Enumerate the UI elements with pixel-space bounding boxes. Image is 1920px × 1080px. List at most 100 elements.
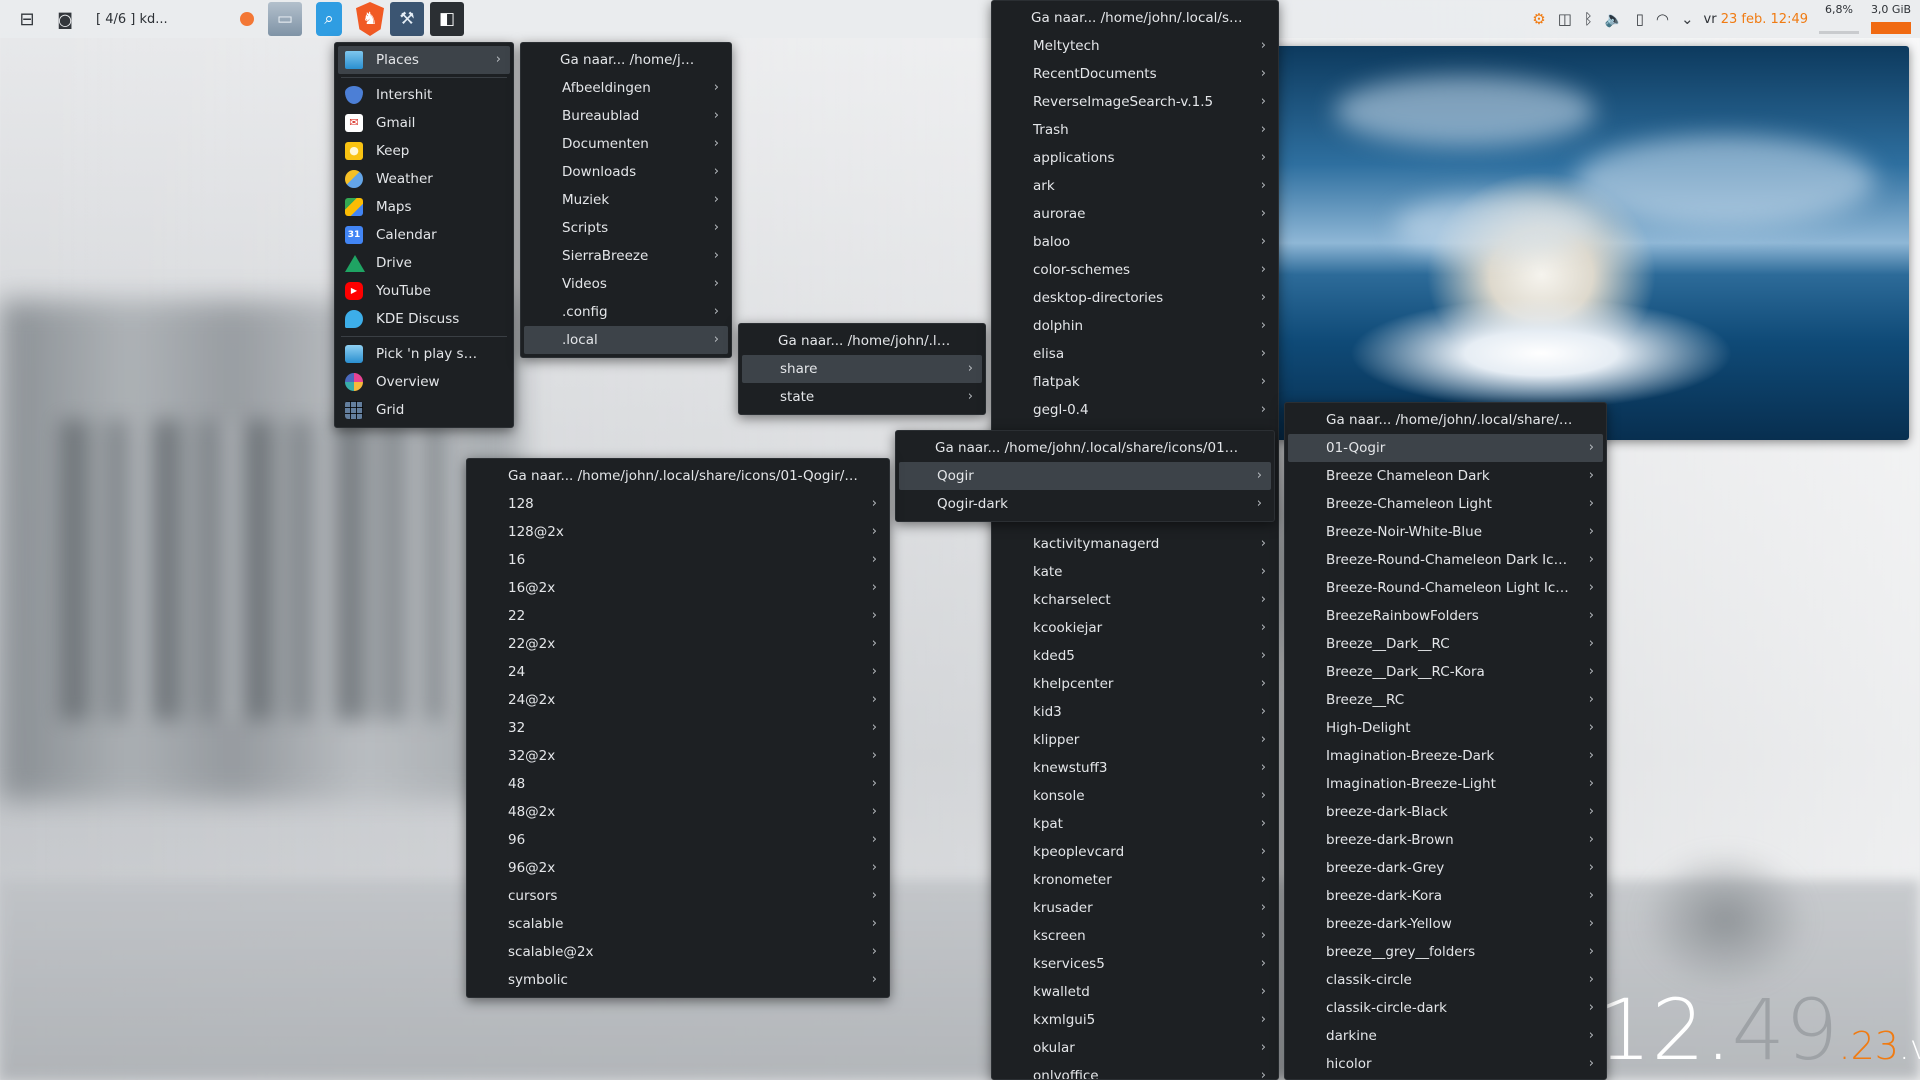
menu-item-breeze-dark-rc-kora[interactable]: Breeze__Dark__RC-Kora › xyxy=(1288,658,1603,686)
menu-item-kcharselect[interactable]: kcharselect › xyxy=(995,586,1275,614)
bluetooth-icon[interactable]: ᛒ xyxy=(1584,10,1593,28)
menu-item-ark[interactable]: ark › xyxy=(995,172,1275,200)
menu-item-22-2x[interactable]: 22@2x › xyxy=(470,630,886,658)
menu-item-trash[interactable]: Trash › xyxy=(995,116,1275,144)
task-label[interactable]: [ 4/6 ] kd... xyxy=(96,12,168,27)
menu-item-aurorae[interactable]: aurorae › xyxy=(995,200,1275,228)
menu-item-weather[interactable]: Weather xyxy=(338,165,510,193)
menu-item-gmail[interactable]: ✉ Gmail xyxy=(338,109,510,137)
menu-item-classik-circle-dark[interactable]: classik-circle-dark › xyxy=(1288,994,1603,1022)
network-icon[interactable]: ◠ xyxy=(1656,10,1669,28)
menu-item-kid3[interactable]: kid3 › xyxy=(995,698,1275,726)
menu-item-classik-circle[interactable]: classik-circle › xyxy=(1288,966,1603,994)
tray-expand-chevron-icon[interactable]: ⌄ xyxy=(1681,10,1694,28)
menu-item-youtube[interactable]: ▶ YouTube xyxy=(338,277,510,305)
menu-item-meltytech[interactable]: Meltytech › xyxy=(995,32,1275,60)
menu-item-96-2x[interactable]: 96@2x › xyxy=(470,854,886,882)
menu-item-32[interactable]: 32 › xyxy=(470,714,886,742)
menu-item-overview[interactable]: Overview xyxy=(338,368,510,396)
menu-item-krusader[interactable]: krusader › xyxy=(995,894,1275,922)
menu-item-breeze-chameleon-dark[interactable]: Breeze Chameleon Dark › xyxy=(1288,462,1603,490)
menu-item-goto-share[interactable]: Ga naar... /home/john/.local/share/... xyxy=(995,4,1275,32)
menu-item-muziek[interactable]: Muziek › xyxy=(524,186,728,214)
menu-item-scalable-2x[interactable]: scalable@2x › xyxy=(470,938,886,966)
menu-item-breeze-round-chameleon-dark-icons[interactable]: Breeze-Round-Chameleon Dark Icons › xyxy=(1288,546,1603,574)
menu-item-elisa[interactable]: elisa › xyxy=(995,340,1275,368)
menu-item-calendar[interactable]: 31 Calendar xyxy=(338,221,510,249)
menu-item-22[interactable]: 22 › xyxy=(470,602,886,630)
clipboard-icon[interactable]: ◫ xyxy=(1558,10,1572,28)
menu-item-goto-local[interactable]: Ga naar... /home/john/.local/... xyxy=(742,327,982,355)
menu-item-128-2x[interactable]: 128@2x › xyxy=(470,518,886,546)
menu-item-recentdocuments[interactable]: RecentDocuments › xyxy=(995,60,1275,88)
menu-item-videos[interactable]: Videos › xyxy=(524,270,728,298)
menu-item-flatpak[interactable]: flatpak › xyxy=(995,368,1275,396)
menu-item-kde-discuss[interactable]: KDE Discuss xyxy=(338,305,510,333)
menu-item-drive[interactable]: Drive xyxy=(338,249,510,277)
menu-item-places[interactable]: Places › xyxy=(338,46,510,74)
menu-item-khelpcenter[interactable]: khelpcenter › xyxy=(995,670,1275,698)
menu-item-state[interactable]: state › xyxy=(742,383,982,411)
menu-item-breeze-dark-grey[interactable]: breeze-dark-Grey › xyxy=(1288,854,1603,882)
menu-item-darkine[interactable]: darkine › xyxy=(1288,1022,1603,1050)
search-app-icon[interactable]: ⌕ xyxy=(316,2,342,36)
menu-item-scripts[interactable]: Scripts › xyxy=(524,214,728,242)
menu-item-24-2x[interactable]: 24@2x › xyxy=(470,686,886,714)
menu-item-kronometer[interactable]: kronometer › xyxy=(995,866,1275,894)
updates-icon[interactable]: ⚙ xyxy=(1532,10,1545,28)
menu-item-config[interactable]: .config › xyxy=(524,298,728,326)
menu-item-gegl-0-4[interactable]: gegl-0.4 › xyxy=(995,396,1275,424)
menu-item-goto-qogir-sizes[interactable]: Ga naar... /home/john/.local/share/icons… xyxy=(470,462,886,490)
menu-item-afbeeldingen[interactable]: Afbeeldingen › xyxy=(524,74,728,102)
menu-item-scalable[interactable]: scalable › xyxy=(470,910,886,938)
menu-item-documenten[interactable]: Documenten › xyxy=(524,130,728,158)
menu-item-kxmlgui5[interactable]: kxmlgui5 › xyxy=(995,1006,1275,1034)
pager-icon[interactable]: ⊟ xyxy=(10,0,44,38)
file-manager-icon[interactable]: ▭ xyxy=(268,2,302,36)
menu-item-breeze-dark-brown[interactable]: breeze-dark-Brown › xyxy=(1288,826,1603,854)
menu-item-breeze-noir-white-blue[interactable]: Breeze-Noir-White-Blue › xyxy=(1288,518,1603,546)
menu-item-breeze-chameleon-light[interactable]: Breeze-Chameleon Light › xyxy=(1288,490,1603,518)
system-monitor[interactable]: 6,8% 3,0 GiB xyxy=(1818,0,1912,38)
menu-item-color-schemes[interactable]: color-schemes › xyxy=(995,256,1275,284)
menu-item-01-qogir[interactable]: 01-Qogir › xyxy=(1288,434,1603,462)
menu-item-downloads[interactable]: Downloads › xyxy=(524,158,728,186)
menu-item-breeze-round-chameleon-light-icons[interactable]: Breeze-Round-Chameleon Light Icons › xyxy=(1288,574,1603,602)
volume-icon[interactable]: 🔈 xyxy=(1605,10,1624,28)
menu-item-local[interactable]: .local › xyxy=(524,326,728,354)
menu-item-symbolic[interactable]: symbolic › xyxy=(470,966,886,994)
menu-item-kpat[interactable]: kpat › xyxy=(995,810,1275,838)
menu-item-24[interactable]: 24 › xyxy=(470,658,886,686)
menu-item-sierrabreeze[interactable]: SierraBreeze › xyxy=(524,242,728,270)
menu-item-cursors[interactable]: cursors › xyxy=(470,882,886,910)
menu-item-breeze-dark-black[interactable]: breeze-dark-Black › xyxy=(1288,798,1603,826)
menu-item-96[interactable]: 96 › xyxy=(470,826,886,854)
menu-item-okular[interactable]: okular › xyxy=(995,1034,1275,1062)
menu-item-qogir[interactable]: Qogir › xyxy=(899,462,1271,490)
menu-item-imagination-breeze-dark[interactable]: Imagination-Breeze-Dark › xyxy=(1288,742,1603,770)
menu-item-high-delight[interactable]: High-Delight › xyxy=(1288,714,1603,742)
menu-item-knewstuff3[interactable]: knewstuff3 › xyxy=(995,754,1275,782)
active-window-icon[interactable]: ◧ xyxy=(430,2,464,36)
menu-item-reverseimagesearch-v-1-5[interactable]: ReverseImageSearch-v.1.5 › xyxy=(995,88,1275,116)
panel-clock[interactable]: vr 23 feb. 12:49 xyxy=(1704,12,1808,27)
menu-item-applications[interactable]: applications › xyxy=(995,144,1275,172)
menu-item-kwalletd[interactable]: kwalletd › xyxy=(995,978,1275,1006)
menu-item-breeze-rc[interactable]: Breeze__RC › xyxy=(1288,686,1603,714)
menu-item-kscreen[interactable]: kscreen › xyxy=(995,922,1275,950)
brave-browser-icon[interactable]: ♞ xyxy=(356,2,384,36)
menu-item-kate[interactable]: kate › xyxy=(995,558,1275,586)
menu-item-goto-icons[interactable]: Ga naar... /home/john/.local/share/icons… xyxy=(1288,406,1603,434)
phone-connect-icon[interactable]: ▯ xyxy=(1636,10,1644,28)
menu-item-maps[interactable]: Maps xyxy=(338,193,510,221)
menu-item-keep[interactable]: ● Keep xyxy=(338,137,510,165)
menu-item-breeze-dark-rc[interactable]: Breeze__Dark__RC › xyxy=(1288,630,1603,658)
menu-item-imagination-breeze-light[interactable]: Imagination-Breeze-Light › xyxy=(1288,770,1603,798)
menu-item-kcookiejar[interactable]: kcookiejar › xyxy=(995,614,1275,642)
menu-item-klipper[interactable]: klipper › xyxy=(995,726,1275,754)
menu-item-grid[interactable]: Grid xyxy=(338,396,510,424)
screenshot-icon[interactable]: ◙ xyxy=(48,0,82,38)
menu-item-kpeoplevcard[interactable]: kpeoplevcard › xyxy=(995,838,1275,866)
menu-item-pick-n-play[interactable]: Pick 'n play some... xyxy=(338,340,510,368)
menu-item-goto-qogir[interactable]: Ga naar... /home/john/.local/share/icons… xyxy=(899,434,1271,462)
